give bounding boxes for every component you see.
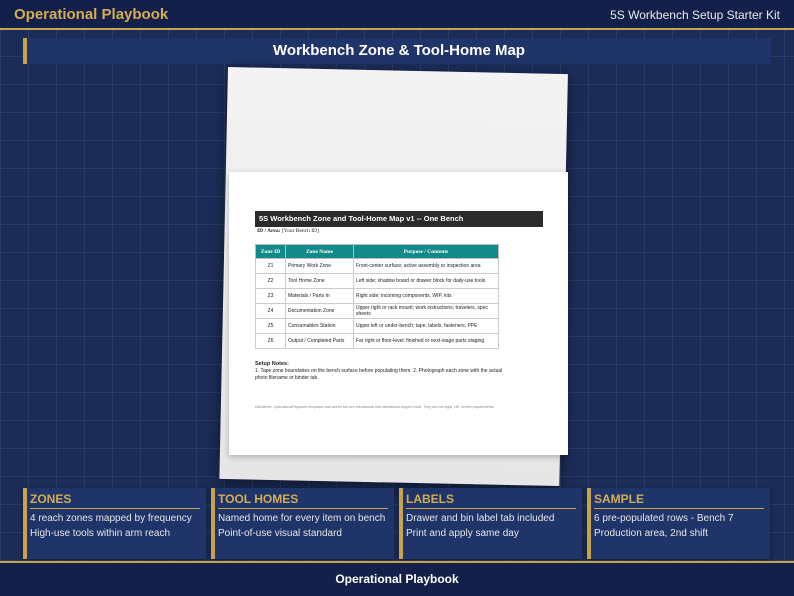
- disclaimer: Disclaimer: OperationalPlaybook template…: [255, 405, 495, 409]
- card-title: LABELS: [406, 492, 576, 509]
- card-title: TOOL HOMES: [218, 492, 388, 509]
- zone-id-cell: Z4: [255, 303, 286, 319]
- id-label: ID / Area:: [257, 228, 281, 234]
- table-row: Z3 Materials / Parts In Right side; inco…: [255, 288, 499, 304]
- card-line: High-use tools within arm reach: [30, 528, 171, 539]
- table-row: Z5 Consumables Station Upper left or und…: [255, 318, 499, 334]
- zone-purpose-cell: Right side; incoming components, WIP, ki…: [353, 288, 499, 304]
- zone-table: Zone ID Zone Name Purpose / Contents Z1 …: [255, 244, 499, 349]
- column-header-zone-name: Zone Name: [285, 244, 354, 259]
- zone-id-cell: Z6: [255, 333, 286, 349]
- zone-id-cell: Z5: [255, 318, 286, 334]
- setup-notes: Setup Notes: 1. Tape zone boundaries on …: [255, 361, 505, 382]
- card-line: Point-of-use visual standard: [218, 528, 342, 539]
- card-line: 6 pre-populated rows - Bench 7: [594, 513, 734, 524]
- card-title: SAMPLE: [594, 492, 764, 509]
- zone-id-cell: Z1: [255, 258, 286, 274]
- card-line: 4 reach zones mapped by frequency: [30, 513, 192, 524]
- document-preview: 5S Workbench Zone and Tool-Home Map v1 -…: [229, 172, 568, 455]
- zone-name-cell: Output / Completed Parts: [285, 333, 354, 349]
- zone-name-cell: Documentation Zone: [285, 303, 354, 319]
- id-value: [Your Bench ID]: [281, 228, 319, 234]
- table-row: Z1 Primary Work Zone Front-center surfac…: [255, 258, 499, 274]
- document-heading-bar: 5S Workbench Zone and Tool-Home Map v1 -…: [255, 211, 543, 227]
- page-title: Workbench Zone & Tool-Home Map: [273, 42, 525, 59]
- feature-card-labels: LABELS Drawer and bin label tab included…: [399, 488, 582, 559]
- column-header-purpose: Purpose / Contents: [353, 244, 499, 259]
- card-line: Drawer and bin label tab included: [406, 513, 555, 524]
- top-bar: Operational Playbook 5S Workbench Setup …: [0, 0, 794, 30]
- setup-notes-title: Setup Notes:: [255, 361, 289, 367]
- card-title: ZONES: [30, 492, 200, 509]
- document-id-line: ID / Area: [Your Bench ID]: [257, 228, 319, 234]
- title-band: Workbench Zone & Tool-Home Map: [23, 38, 771, 64]
- document-heading: 5S Workbench Zone and Tool-Home Map v1 -…: [259, 214, 464, 223]
- table-row: Z6 Output / Completed Parts Far right or…: [255, 333, 499, 349]
- table-row: Z4 Documentation Zone Upper right or rac…: [255, 303, 499, 319]
- zone-purpose-cell: Far right or floor-level; finished or ne…: [353, 333, 499, 349]
- zone-purpose-cell: Upper right or rack mount; work instruct…: [353, 303, 499, 319]
- setup-notes-text: 1. Tape zone boundaries on the bench sur…: [255, 368, 503, 381]
- zone-name-cell: Tool Home Zone: [285, 273, 354, 289]
- zone-purpose-cell: Left side; shadow board or drawer block …: [353, 273, 499, 289]
- footer-brand: Operational Playbook: [335, 572, 459, 586]
- footer-bar: Operational Playbook: [0, 561, 794, 596]
- column-header-zone-id: Zone ID: [255, 244, 286, 259]
- brand-name: Operational Playbook: [14, 6, 169, 23]
- zone-id-cell: Z2: [255, 273, 286, 289]
- card-line: Named home for every item on bench: [218, 513, 386, 524]
- zone-name-cell: Consumables Station: [285, 318, 354, 334]
- feature-card-zones: ZONES 4 reach zones mapped by frequency …: [23, 488, 206, 559]
- zone-purpose-cell: Upper left or under-bench; tape, labels,…: [353, 318, 499, 334]
- card-line: Print and apply same day: [406, 528, 519, 539]
- zone-id-cell: Z3: [255, 288, 286, 304]
- table-row: Z2 Tool Home Zone Left side; shadow boar…: [255, 273, 499, 289]
- feature-card-tool-homes: TOOL HOMES Named home for every item on …: [211, 488, 394, 559]
- card-line: Production area, 2nd shift: [594, 528, 708, 539]
- zone-name-cell: Materials / Parts In: [285, 288, 354, 304]
- feature-card-sample: SAMPLE 6 pre-populated rows - Bench 7 Pr…: [587, 488, 770, 559]
- zone-name-cell: Primary Work Zone: [285, 258, 354, 274]
- kit-name: 5S Workbench Setup Starter Kit: [610, 8, 780, 22]
- zone-purpose-cell: Front-center surface; active assembly or…: [353, 258, 499, 274]
